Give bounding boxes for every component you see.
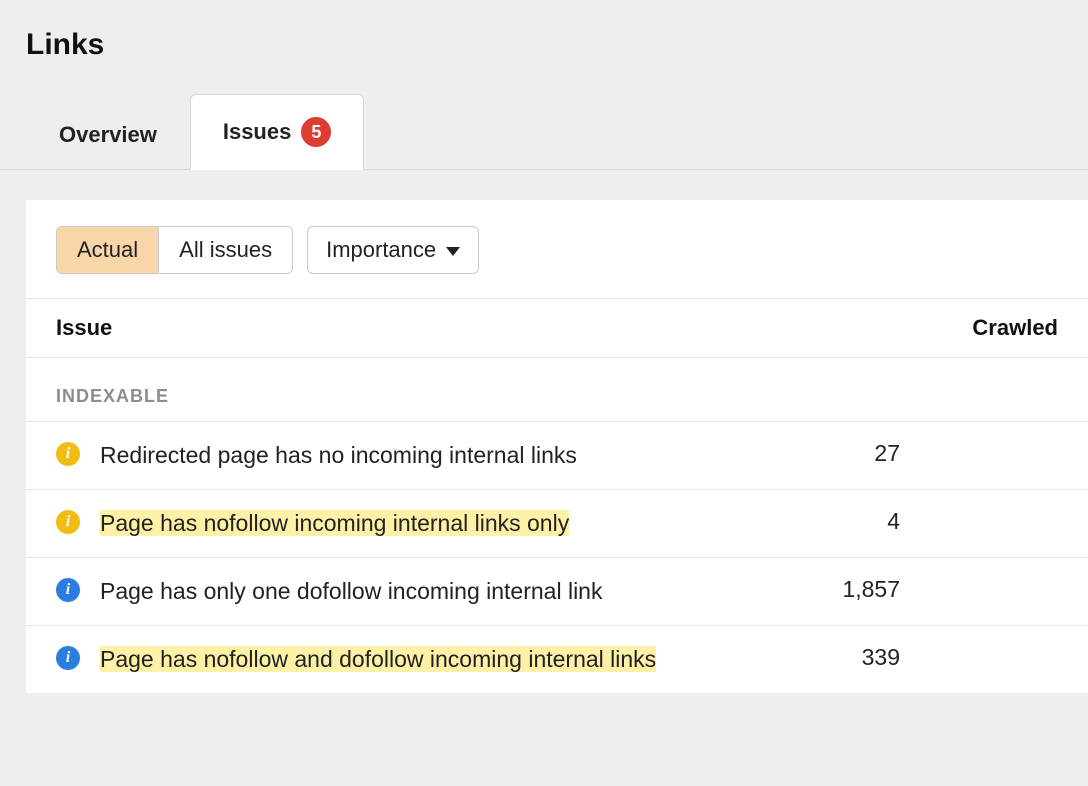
segment-all-issues[interactable]: All issues [158, 227, 292, 273]
issue-text: Page has nofollow incoming internal link… [100, 508, 740, 539]
caret-down-icon [446, 237, 460, 263]
table-header: Issue Crawled [26, 298, 1088, 358]
issue-text-span: Page has only one dofollow incoming inte… [100, 578, 602, 604]
col-header-issue: Issue [56, 315, 898, 341]
crawled-count: 27 [740, 440, 900, 467]
table-row[interactable]: i Page has nofollow and dofollow incomin… [26, 625, 1088, 693]
sort-dropdown[interactable]: Importance [307, 226, 479, 274]
tab-issues-label: Issues [223, 119, 292, 145]
issue-text-span: Page has nofollow and dofollow incoming … [100, 646, 656, 672]
row-icon-cell: i [56, 644, 100, 670]
row-icon-cell: i [56, 508, 100, 534]
row-icon-cell: i [56, 576, 100, 602]
section-indexable-label: INDEXABLE [26, 358, 1088, 421]
info-icon: i [56, 578, 80, 602]
issue-text: Redirected page has no incoming internal… [100, 440, 740, 471]
filters-row: Actual All issues Importance [26, 226, 1088, 298]
crawled-count: 1,857 [740, 576, 900, 603]
issues-panel: Actual All issues Importance Issue Crawl… [26, 200, 1088, 693]
issue-text-span: Redirected page has no incoming internal… [100, 442, 577, 468]
sort-dropdown-label: Importance [326, 237, 436, 263]
warning-icon: i [56, 442, 80, 466]
scope-segmented-control: Actual All issues [56, 226, 293, 274]
col-header-crawled: Crawled [898, 315, 1058, 341]
issue-text-span: Page has nofollow incoming internal link… [100, 510, 569, 536]
tab-issues[interactable]: Issues 5 [190, 94, 365, 170]
table-row[interactable]: i Page has only one dofollow incoming in… [26, 557, 1088, 625]
crawled-count: 4 [740, 508, 900, 535]
table-row[interactable]: i Redirected page has no incoming intern… [26, 421, 1088, 489]
segment-actual[interactable]: Actual [57, 227, 158, 273]
warning-icon: i [56, 510, 80, 534]
issues-count-badge: 5 [301, 117, 331, 147]
crawled-count: 339 [740, 644, 900, 671]
tabs: Overview Issues 5 [0, 94, 1088, 170]
tab-overview[interactable]: Overview [26, 99, 190, 170]
issue-text: Page has only one dofollow incoming inte… [100, 576, 740, 607]
info-icon: i [56, 646, 80, 670]
tab-overview-label: Overview [59, 122, 157, 148]
row-icon-cell: i [56, 440, 100, 466]
page-title: Links [0, 0, 1088, 62]
table-row[interactable]: i Page has nofollow incoming internal li… [26, 489, 1088, 557]
issue-text: Page has nofollow and dofollow incoming … [100, 644, 740, 675]
